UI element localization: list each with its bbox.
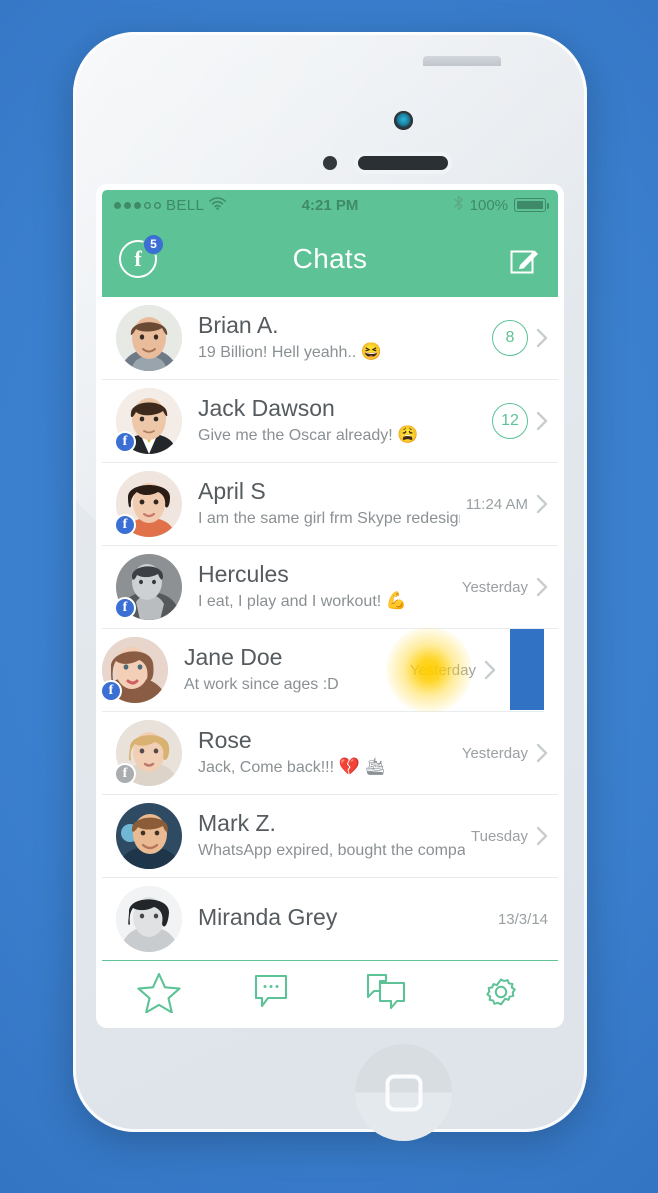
timestamp: 11:24 AM	[465, 495, 528, 513]
chevron-right-icon	[536, 826, 548, 846]
message-preview: Give me the Oscar already! 😩	[198, 424, 419, 444]
contact-name: Brian A.	[198, 313, 279, 339]
nav-bar: f 5 Chats	[102, 220, 558, 297]
avatar: f	[114, 388, 182, 454]
chevron-right-icon	[536, 577, 548, 597]
compose-button[interactable]	[507, 242, 541, 276]
table-row[interactable]: f Brian A. 19 Billion! Hell yeahh.. 😆 8	[102, 297, 558, 380]
avatar: f	[116, 886, 182, 952]
battery-icon	[514, 198, 550, 212]
avatar: f	[116, 803, 182, 869]
front-camera-icon	[394, 111, 413, 130]
group-chat-icon	[366, 973, 406, 1009]
phone-screen: BELL 4:21 PM 100% f 5 Chats Brian A. 19 …	[102, 190, 558, 1022]
wifi-icon	[209, 196, 227, 214]
facebook-badge: f	[114, 763, 136, 785]
brian-a-avatar	[116, 305, 182, 371]
battery-percent-label: 100%	[469, 196, 509, 214]
carrier-label: BELL	[166, 196, 205, 214]
home-square-icon	[385, 1074, 422, 1111]
contact-name: Hercules	[198, 562, 289, 588]
star-icon	[137, 972, 181, 1013]
timestamp: Yesterday	[409, 661, 476, 679]
contact-name: Mark Z.	[198, 811, 276, 837]
message-preview: WhatsApp expired, bought the company	[198, 841, 466, 859]
table-row[interactable]: f Mark Z. WhatsApp expired, bought the c…	[102, 795, 558, 878]
message-emoji: 😆	[360, 341, 382, 361]
table-row[interactable]: f Jack Dawson Give me the Oscar already!…	[102, 380, 558, 463]
message-preview: 19 Billion! Hell yeahh.. 😆	[198, 341, 382, 361]
proximity-sensor-icon	[323, 156, 337, 170]
message-preview: At work since ages :D	[184, 675, 339, 693]
chat-list[interactable]: f Brian A. 19 Billion! Hell yeahh.. 😆 8	[102, 297, 558, 1022]
status-bar: BELL 4:21 PM 100%	[102, 190, 558, 220]
tab-recents[interactable]	[216, 961, 330, 1022]
compose-icon	[510, 250, 538, 273]
page-title: Chats	[292, 242, 368, 274]
contact-name: Jane Doe	[184, 645, 283, 671]
swipe-action-button[interactable]: ll	[510, 629, 544, 710]
signal-strength-icon	[114, 201, 161, 209]
chevron-right-icon	[536, 328, 548, 348]
chat-bubble-icon	[254, 974, 288, 1007]
chevron-right-icon	[536, 494, 548, 514]
table-row[interactable]: f Rose Jack, Come back!!! 💔 🛳 Yesterday	[102, 712, 558, 795]
miranda-grey-avatar	[116, 886, 182, 952]
message-preview: I eat, I play and I workout! 💪	[198, 590, 407, 610]
timestamp: 13/3/14	[497, 910, 548, 928]
phone-device: BELL 4:21 PM 100% f 5 Chats Brian A. 19 …	[73, 32, 587, 1141]
facebook-notification-badge: 5	[143, 233, 164, 255]
avatar: f	[114, 720, 182, 786]
mark-z-avatar	[116, 803, 182, 869]
message-preview: I am the same girl frm Skype redesign!	[198, 509, 460, 527]
tab-bar	[102, 960, 558, 1022]
avatar: f	[102, 637, 168, 703]
avatar: f	[114, 471, 182, 537]
contact-name: April S	[198, 479, 266, 505]
contact-name: Rose	[198, 728, 252, 754]
facebook-account-button[interactable]: f 5	[119, 233, 164, 278]
timestamp: Yesterday	[461, 744, 528, 762]
tab-chats[interactable]	[330, 961, 444, 1022]
message-emoji: 💪	[385, 590, 407, 610]
contact-name: Jack Dawson	[198, 396, 335, 422]
message-preview: Jack, Come back!!! 💔 🛳	[198, 756, 386, 776]
avatar: f	[116, 305, 182, 371]
tab-favorites[interactable]	[102, 961, 216, 1022]
timestamp: Yesterday	[461, 578, 528, 596]
home-button[interactable]	[355, 1044, 452, 1141]
chevron-right-icon	[484, 660, 496, 680]
avatar: f	[114, 554, 182, 620]
table-row[interactable]: f Miranda Grey 13/3/14	[102, 878, 558, 961]
clock-label: 4:21 PM	[301, 196, 359, 214]
bluetooth-icon	[453, 195, 464, 215]
timestamp: Tuesday	[471, 827, 528, 845]
message-emoji: 💔 🛳	[338, 756, 386, 776]
unread-count-badge: 12	[492, 403, 528, 439]
table-row[interactable]: f Jane Doe At work since ages :D Yesterd…	[102, 627, 544, 713]
chevron-right-icon	[536, 743, 548, 763]
contact-name: Miranda Grey	[198, 905, 338, 931]
table-row[interactable]: f April S I am the same girl frm Skype r…	[102, 463, 558, 546]
tab-settings[interactable]	[444, 961, 558, 1022]
earpiece-speaker	[358, 156, 448, 170]
facebook-badge: f	[114, 514, 136, 536]
power-button[interactable]	[423, 56, 501, 66]
message-emoji: 😩	[397, 424, 419, 444]
facebook-badge: f	[114, 597, 136, 619]
unread-count-badge: 8	[492, 320, 528, 356]
table-row[interactable]: f Hercules I eat, I play and I workout! …	[102, 546, 558, 629]
facebook-badge: f	[114, 431, 136, 453]
gear-icon	[486, 978, 516, 1005]
chevron-right-icon	[536, 411, 548, 431]
